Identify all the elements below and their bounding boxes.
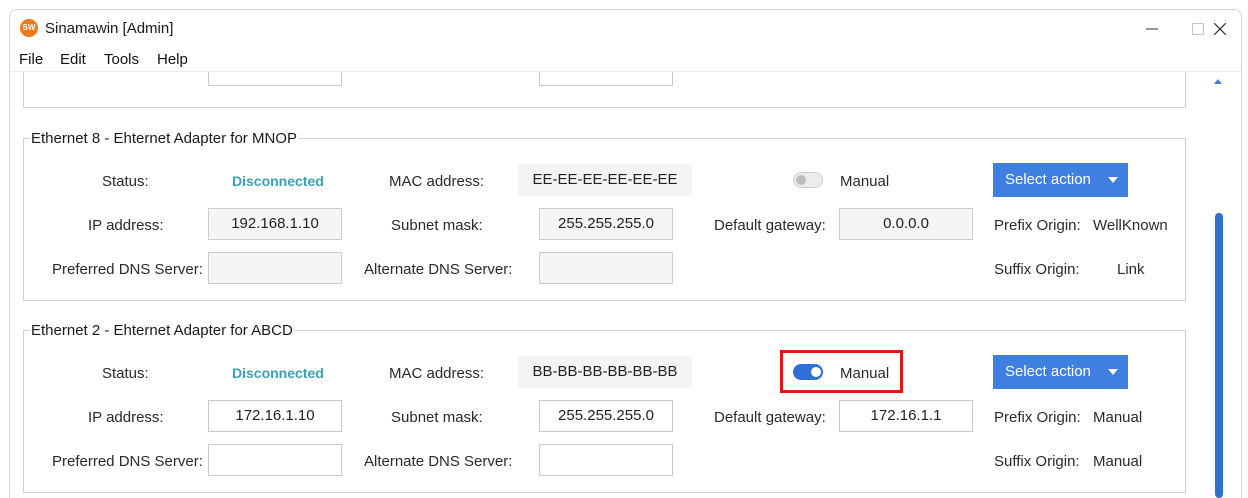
window-title: Sinamawin [Admin]	[45, 20, 174, 37]
menu-tools[interactable]: Tools	[104, 51, 139, 68]
menu-file[interactable]: File	[19, 51, 43, 68]
chevron-down-icon	[1108, 177, 1118, 183]
mac-address-label: MAC address:	[389, 173, 485, 190]
select-action-label: Select action	[1005, 171, 1091, 188]
alternate-dns-label: Alternate DNS Server:	[364, 261, 513, 278]
adapter-group-ethernet-2: Ethernet 2 - Ehternet Adapter for ABCD S…	[23, 322, 1186, 493]
alternate-dns-field[interactable]	[539, 252, 673, 284]
preferred-dns-label: Preferred DNS Server:	[52, 261, 203, 278]
status-badge: Disconnected	[232, 365, 324, 381]
preferred-dns-field[interactable]	[208, 444, 342, 476]
previous-dns-field[interactable]	[208, 72, 342, 86]
scrollbar-thumb[interactable]	[1215, 213, 1223, 498]
close-icon	[1214, 23, 1226, 35]
title-bar: SW Sinamawin [Admin]	[10, 10, 1241, 48]
prefix-origin-label: Prefix Origin:	[994, 217, 1081, 234]
toggle-knob	[811, 367, 821, 377]
mac-address-value: BB-BB-BB-BB-BB-BB	[518, 356, 692, 388]
status-label: Status:	[102, 365, 149, 382]
previous-alt-dns-field[interactable]	[539, 72, 673, 86]
suffix-origin-label: Suffix Origin:	[994, 453, 1080, 470]
minimize-button[interactable]	[1129, 10, 1175, 48]
ip-address-label: IP address:	[88, 409, 164, 426]
minimize-icon	[1146, 28, 1158, 30]
adapter-list: Ethernet 8 - Ehternet Adapter for MNOP S…	[10, 72, 1241, 498]
manual-toggle-label: Manual	[840, 173, 890, 190]
menu-bar: File Edit Tools Help	[10, 48, 1241, 72]
subnet-mask-field[interactable]: 255.255.255.0	[539, 208, 673, 240]
ip-address-label: IP address:	[88, 217, 164, 234]
status-badge: Disconnected	[232, 173, 324, 189]
suffix-origin-value: Manual	[1093, 453, 1143, 470]
mac-address-value: EE-EE-EE-EE-EE-EE	[518, 164, 692, 196]
prefix-origin-value: Manual	[1093, 409, 1143, 426]
preferred-dns-field[interactable]	[208, 252, 342, 284]
manual-toggle[interactable]	[793, 172, 823, 188]
manual-toggle-label: Manual	[840, 365, 890, 382]
status-label: Status:	[102, 173, 149, 190]
menu-help[interactable]: Help	[157, 51, 188, 68]
default-gateway-label: Default gateway:	[714, 409, 826, 426]
suffix-origin-value: Link	[1117, 261, 1145, 278]
chevron-down-icon	[1108, 369, 1118, 375]
adapter-legend: Ethernet 2 - Ehternet Adapter for ABCD	[30, 322, 294, 340]
default-gateway-field[interactable]: 172.16.1.1	[839, 400, 973, 432]
ip-address-field[interactable]: 192.168.1.10	[208, 208, 342, 240]
mac-address-label: MAC address:	[389, 365, 485, 382]
scroll-up-arrow-icon[interactable]	[1214, 79, 1222, 84]
select-action-button[interactable]: Select action	[993, 355, 1128, 389]
adapter-legend: Ethernet 8 - Ehternet Adapter for MNOP	[30, 130, 298, 148]
adapter-group-previous	[23, 72, 1186, 108]
ip-address-field[interactable]: 172.16.1.10	[208, 400, 342, 432]
alternate-dns-field[interactable]	[539, 444, 673, 476]
prefix-origin-label: Prefix Origin:	[994, 409, 1081, 426]
subnet-mask-label: Subnet mask:	[391, 409, 483, 426]
app-logo-icon: SW	[20, 19, 38, 37]
alternate-dns-label: Alternate DNS Server:	[364, 453, 513, 470]
toggle-knob	[796, 175, 806, 185]
subnet-mask-label: Subnet mask:	[391, 217, 483, 234]
select-action-label: Select action	[1005, 363, 1091, 380]
default-gateway-label: Default gateway:	[714, 217, 826, 234]
menu-edit[interactable]: Edit	[60, 51, 86, 68]
select-action-button[interactable]: Select action	[993, 163, 1128, 197]
close-button[interactable]	[1197, 10, 1241, 48]
manual-toggle[interactable]	[793, 364, 823, 380]
adapter-group-ethernet-8: Ethernet 8 - Ehternet Adapter for MNOP S…	[23, 130, 1186, 301]
default-gateway-field[interactable]: 0.0.0.0	[839, 208, 973, 240]
app-window: SW Sinamawin [Admin] File Edit Tools Hel…	[9, 9, 1242, 498]
subnet-mask-field[interactable]: 255.255.255.0	[539, 400, 673, 432]
preferred-dns-label: Preferred DNS Server:	[52, 453, 203, 470]
suffix-origin-label: Suffix Origin:	[994, 261, 1080, 278]
prefix-origin-value: WellKnown	[1093, 217, 1168, 234]
